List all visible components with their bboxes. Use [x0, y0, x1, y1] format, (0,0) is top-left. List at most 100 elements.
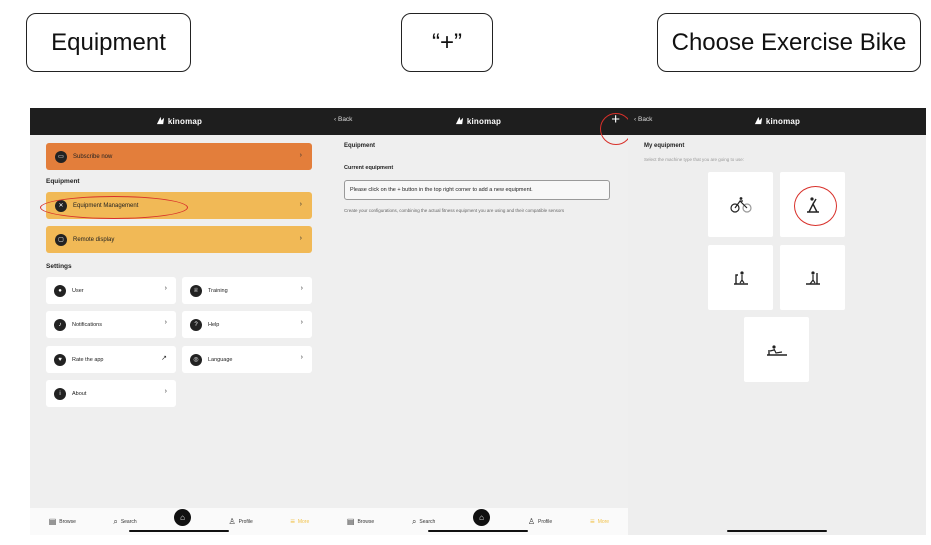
home-button[interactable]: ⌂ — [473, 509, 491, 526]
help-icon: ? — [190, 318, 202, 331]
monitor-icon: ▢ — [55, 233, 67, 246]
globe-icon: ◎ — [190, 353, 202, 366]
rower-icon — [766, 344, 787, 356]
profile-icon: ♙ — [527, 517, 536, 526]
settings-tile-notifications[interactable]: ♪ Notifications › — [46, 311, 176, 338]
settings-tile-about[interactable]: i About › — [46, 380, 176, 407]
settings-tile-training[interactable]: ♕ Training › — [182, 277, 312, 304]
tutorial-image: Equipment “+” Choose Exercise Bike kinom… — [0, 0, 931, 545]
equipment-title: Equipment — [344, 143, 375, 149]
machine-card-elliptical[interactable] — [780, 245, 845, 310]
tile-label: Language — [208, 356, 233, 363]
tab-label: Browse — [357, 518, 375, 525]
machine-card-treadmill[interactable] — [708, 245, 773, 310]
equipment-section-title: Equipment — [46, 178, 80, 185]
tab-profile[interactable]: ♙ Profile — [528, 517, 552, 526]
browse-icon: ▤ — [48, 517, 57, 526]
chevron-right-icon: › — [299, 152, 302, 159]
chevron-right-icon: › — [300, 354, 303, 361]
highlight-circle — [40, 196, 188, 219]
app-logo: kinomap — [328, 116, 628, 126]
home-indicator — [428, 530, 528, 532]
remote-display-button[interactable]: ▢ Remote display › — [46, 226, 312, 253]
kinomap-logo-icon — [754, 116, 763, 125]
tab-more[interactable]: ≡ More — [290, 517, 309, 526]
home-indicator — [129, 530, 229, 532]
logo-text: kinomap — [167, 117, 203, 126]
machine-card-rower[interactable] — [744, 317, 809, 382]
logo-text: kinomap — [466, 117, 502, 126]
tab-label: More — [597, 518, 610, 525]
tab-browse[interactable]: ▤ Browse — [49, 517, 76, 526]
bell-icon: ♪ — [54, 318, 66, 331]
top-bar: kinomap — [30, 108, 328, 135]
remote-display-label: Remote display — [73, 236, 115, 243]
chevron-right-icon: › — [164, 319, 167, 326]
tab-more[interactable]: ≡ More — [590, 517, 609, 526]
info-icon: i — [54, 387, 66, 400]
search-icon: ⌕ — [113, 516, 118, 526]
chevron-right-icon: › — [164, 388, 167, 395]
tab-profile[interactable]: ♙ Profile — [228, 517, 252, 526]
kinomap-logo-icon — [455, 116, 464, 125]
settings-tile-rate[interactable]: ♥ Rate the app ↗ — [46, 346, 176, 373]
tab-label: More — [297, 518, 310, 525]
home-icon: ⌂ — [180, 513, 185, 522]
caption-equipment: Equipment — [26, 13, 191, 72]
menu-icon: ≡ — [290, 517, 295, 526]
tab-search[interactable]: ⌕ Search — [113, 517, 136, 527]
user-icon: ● — [54, 284, 66, 297]
current-equipment-label: Current equipment — [344, 165, 394, 171]
highlight-circle — [794, 186, 837, 226]
settings-tile-user[interactable]: ● User › — [46, 277, 176, 304]
tab-browse[interactable]: ▤ Browse — [347, 517, 374, 526]
elliptical-icon — [805, 270, 820, 285]
home-indicator — [727, 530, 827, 532]
my-equipment-screen: ‹ Back kinomap My equipment Select the m… — [628, 108, 926, 535]
tab-label: Profile — [538, 518, 553, 525]
heart-icon: ♥ — [54, 353, 66, 366]
tile-label: Training — [208, 287, 228, 294]
tile-label: Rate the app — [72, 356, 104, 363]
tab-label: Profile — [238, 518, 253, 525]
equipment-screen: ‹ Back kinomap + Equipment Current equip… — [328, 108, 628, 535]
chevron-right-icon: › — [300, 319, 303, 326]
tab-label: Browse — [59, 518, 76, 525]
top-bar: ‹ Back kinomap + — [328, 108, 628, 135]
machine-type-subtitle: Select the machine type that you are goi… — [644, 157, 745, 162]
tab-search[interactable]: ⌕ Search — [412, 517, 435, 527]
machine-card-bike[interactable] — [708, 172, 773, 237]
menu-icon: ≡ — [590, 517, 595, 526]
tab-label: Search — [120, 518, 137, 525]
logo-text: kinomap — [765, 117, 801, 126]
top-bar: ‹ Back kinomap — [628, 108, 926, 135]
chevron-right-icon: › — [300, 285, 303, 292]
subscribe-button[interactable]: ▭ Subscribe now › — [46, 143, 312, 170]
browse-icon: ▤ — [346, 517, 355, 526]
app-logo: kinomap — [628, 116, 926, 126]
chevron-right-icon: › — [299, 235, 302, 242]
home-icon: ⌂ — [479, 513, 484, 522]
kinomap-logo-icon — [156, 116, 165, 125]
chevron-right-icon: › — [164, 285, 167, 292]
settings-tile-help[interactable]: ? Help › — [182, 311, 312, 338]
settings-tile-language[interactable]: ◎ Language › — [182, 346, 312, 373]
my-equipment-title: My equipment — [644, 143, 685, 149]
tile-label: About — [72, 390, 87, 397]
chevron-right-icon: › — [299, 201, 302, 208]
caption-choose-bike: Choose Exercise Bike — [657, 13, 921, 72]
caption-plus: “+” — [401, 13, 493, 72]
highlight-circle — [600, 113, 628, 145]
subscribe-label: Subscribe now — [73, 153, 113, 160]
more-screen: kinomap ▭ Subscribe now › Equipment ✕ Eq… — [30, 108, 328, 535]
trophy-icon: ♕ — [190, 284, 202, 297]
home-button[interactable]: ⌂ — [174, 509, 192, 526]
tile-label: User — [72, 287, 84, 294]
settings-section-title: Settings — [46, 263, 72, 270]
search-icon: ⌕ — [411, 516, 417, 526]
bike-icon — [729, 196, 752, 213]
profile-icon: ♙ — [228, 517, 236, 526]
equipment-help-text: Create your configurations, combining th… — [344, 208, 565, 213]
treadmill-icon — [733, 270, 748, 285]
tile-label: Help — [208, 321, 220, 328]
